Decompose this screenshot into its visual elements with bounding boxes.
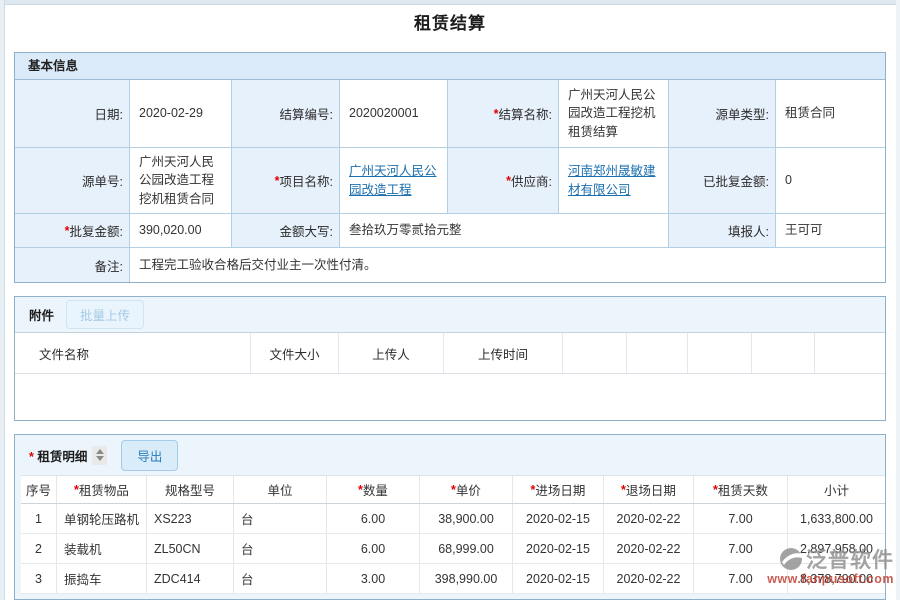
approved-amount-label: 已批复金额: xyxy=(669,148,776,214)
cell-unit-price: 38,900.00 xyxy=(420,504,513,533)
project-name-cell: 广州天河人民公园改造工程 xyxy=(340,148,448,214)
approved-amount-value: 0 xyxy=(776,148,885,214)
cell-seq: 2 xyxy=(21,534,57,563)
export-button[interactable]: 导出 xyxy=(121,440,178,471)
attachments-table: 文件名称 文件大小 上传人 上传时间 xyxy=(15,332,885,420)
sort-arrows-icon[interactable] xyxy=(92,446,107,465)
col-header-file-size: 文件大小 xyxy=(251,333,339,373)
window-left-edge xyxy=(0,0,5,600)
cell-item: 单钢轮压路机 xyxy=(57,504,147,533)
col-header-rental-days: 租赁天数 xyxy=(694,476,788,503)
filler-label: 填报人: xyxy=(669,214,776,248)
col-header-unit: 单位 xyxy=(234,476,327,503)
rental-details-header: 租赁明细 导出 xyxy=(15,435,885,475)
cell-unit: 台 xyxy=(234,504,327,533)
cell-subtotal: 2,897,958.00 xyxy=(788,534,885,563)
rental-details-section-title: 租赁明细 xyxy=(29,446,87,465)
rental-details-panel: 租赁明细 导出 序号 租赁物品 规格型号 单位 数量 单价 进场日期 退场日期 … xyxy=(14,434,886,600)
col-header-upload-time: 上传时间 xyxy=(444,333,563,373)
cell-unit-price: 68,999.00 xyxy=(420,534,513,563)
details-header-row: 序号 租赁物品 规格型号 单位 数量 单价 进场日期 退场日期 租赁天数 小计 xyxy=(21,476,885,504)
cell-unit-price: 398,990.00 xyxy=(420,564,513,593)
supplier-label: 供应商: xyxy=(448,148,559,214)
col-header-file-name: 文件名称 xyxy=(15,333,251,373)
remark-label: 备注: xyxy=(15,248,130,282)
col-header-subtotal: 小计 xyxy=(788,476,885,503)
cell-rental-days: 7.00 xyxy=(694,564,788,593)
supplier-link[interactable]: 河南郑州晟敏建材有限公司 xyxy=(568,162,662,200)
supplier-cell: 河南郑州晟敏建材有限公司 xyxy=(559,148,669,214)
col-header-empty-1 xyxy=(563,333,627,373)
col-header-unit-price: 单价 xyxy=(420,476,513,503)
col-header-model: 规格型号 xyxy=(147,476,234,503)
cell-model: XS223 xyxy=(147,504,234,533)
settlement-name-label: 结算名称: xyxy=(448,80,559,148)
amount-in-words-value: 叁拾玖万零贰拾元整 xyxy=(340,214,669,248)
cell-exit-date: 2020-02-22 xyxy=(604,504,694,533)
table-row: 1 单钢轮压路机 XS223 台 6.00 38,900.00 2020-02-… xyxy=(21,504,885,534)
col-header-uploader: 上传人 xyxy=(339,333,444,373)
attachments-section-title: 附件 xyxy=(29,305,54,324)
remark-value: 工程完工验收合格后交付业主一次性付清。 xyxy=(130,248,885,282)
cell-seq: 1 xyxy=(21,504,57,533)
cell-entry-date: 2020-02-15 xyxy=(513,504,604,533)
settlement-no-label: 结算编号: xyxy=(232,80,340,148)
basic-info-grid: 日期: 2020-02-29 结算编号: 2020020001 结算名称: 广州… xyxy=(15,80,885,282)
col-header-quantity: 数量 xyxy=(327,476,420,503)
cell-item: 装载机 xyxy=(57,534,147,563)
cell-seq: 3 xyxy=(21,564,57,593)
source-type-label: 源单类型: xyxy=(669,80,776,148)
page-title: 租赁结算 xyxy=(0,9,900,34)
cell-unit: 台 xyxy=(234,534,327,563)
cell-subtotal: 8,378,790.00 xyxy=(788,564,885,593)
batch-upload-button[interactable]: 批量上传 xyxy=(66,300,144,329)
col-header-empty-2 xyxy=(627,333,688,373)
source-no-label: 源单号: xyxy=(15,148,130,214)
col-header-empty-3 xyxy=(688,333,752,373)
attachments-panel: 附件 批量上传 文件名称 文件大小 上传人 上传时间 xyxy=(14,296,886,421)
basic-info-panel: 基本信息 日期: 2020-02-29 结算编号: 2020020001 结算名… xyxy=(14,52,886,283)
col-header-seq: 序号 xyxy=(21,476,57,503)
settlement-no-value: 2020020001 xyxy=(340,80,448,148)
filler-value: 王可可 xyxy=(776,214,885,248)
cell-item: 振捣车 xyxy=(57,564,147,593)
cell-quantity: 3.00 xyxy=(327,564,420,593)
cell-exit-date: 2020-02-22 xyxy=(604,534,694,563)
cell-entry-date: 2020-02-15 xyxy=(513,534,604,563)
cell-subtotal: 1,633,800.00 xyxy=(788,504,885,533)
col-header-item: 租赁物品 xyxy=(57,476,147,503)
cell-unit: 台 xyxy=(234,564,327,593)
basic-info-section-title: 基本信息 xyxy=(15,53,885,80)
approval-amount-value: 390,020.00 xyxy=(130,214,232,248)
cell-entry-date: 2020-02-15 xyxy=(513,564,604,593)
date-label: 日期: xyxy=(15,80,130,148)
source-type-value: 租赁合同 xyxy=(776,80,885,148)
cell-exit-date: 2020-02-22 xyxy=(604,564,694,593)
cell-quantity: 6.00 xyxy=(327,504,420,533)
amount-in-words-label: 金额大写: xyxy=(232,214,340,248)
table-row: 2 装载机 ZL50CN 台 6.00 68,999.00 2020-02-15… xyxy=(21,534,885,564)
cell-rental-days: 7.00 xyxy=(694,534,788,563)
cell-quantity: 6.00 xyxy=(327,534,420,563)
attachments-header: 附件 批量上传 xyxy=(15,297,885,332)
col-header-empty-5 xyxy=(815,333,885,373)
col-header-entry-date: 进场日期 xyxy=(513,476,604,503)
col-header-exit-date: 退场日期 xyxy=(604,476,694,503)
window-top-edge xyxy=(0,0,900,5)
project-name-label: 项目名称: xyxy=(232,148,340,214)
date-value: 2020-02-29 xyxy=(130,80,232,148)
settlement-name-value: 广州天河人民公园改造工程挖机租赁结算 xyxy=(559,80,669,148)
cell-rental-days: 7.00 xyxy=(694,504,788,533)
attachments-table-header-row: 文件名称 文件大小 上传人 上传时间 xyxy=(15,333,885,374)
source-no-value: 广州天河人民公园改造工程挖机租赁合同 xyxy=(130,148,232,214)
window-right-edge xyxy=(896,0,900,600)
cell-model: ZL50CN xyxy=(147,534,234,563)
approval-amount-label: 批复金额: xyxy=(15,214,130,248)
rental-details-table: 序号 租赁物品 规格型号 单位 数量 单价 进场日期 退场日期 租赁天数 小计 … xyxy=(21,475,885,594)
table-row: 3 振捣车 ZDC414 台 3.00 398,990.00 2020-02-1… xyxy=(21,564,885,594)
cell-model: ZDC414 xyxy=(147,564,234,593)
col-header-empty-4 xyxy=(752,333,815,373)
project-name-link[interactable]: 广州天河人民公园改造工程 xyxy=(349,162,441,200)
